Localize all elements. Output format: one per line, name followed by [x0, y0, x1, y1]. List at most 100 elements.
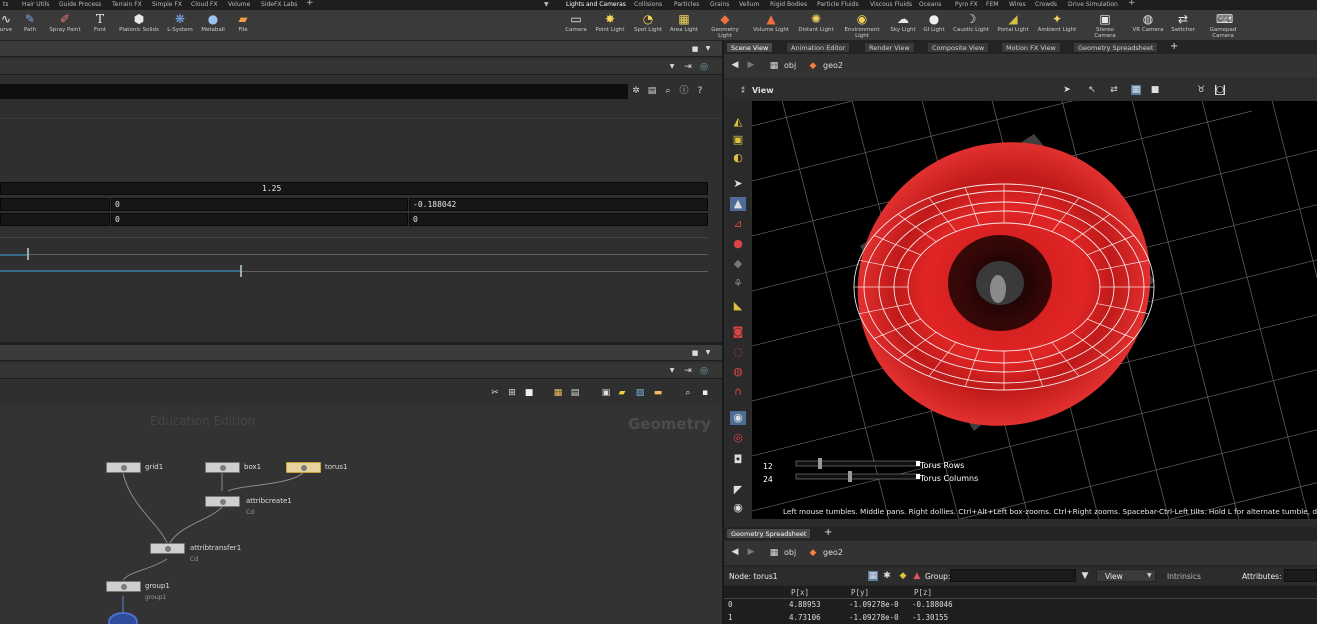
help-icon[interactable]: ▪: [700, 388, 710, 398]
back-icon[interactable]: ◀: [730, 60, 740, 70]
tool-path[interactable]: ✎ Path: [10, 12, 50, 33]
shelf-menu-icon[interactable]: ▼: [544, 1, 549, 8]
torus-columns-value[interactable]: 24: [763, 475, 773, 484]
param-field-row2-c[interactable]: 0: [409, 213, 708, 226]
image-icon[interactable]: ▧: [635, 388, 645, 398]
node-grid1[interactable]: [106, 462, 141, 473]
group-input[interactable]: [950, 569, 1076, 582]
path-node[interactable]: geo2: [823, 548, 843, 557]
lock-icon[interactable]: ▲: [730, 197, 746, 211]
pane-maximize-icon[interactable]: ■: [690, 348, 700, 358]
path-root[interactable]: obj: [784, 61, 796, 70]
tool-area-light[interactable]: ▦ Area Light: [664, 12, 704, 33]
sticky-note-icon[interactable]: ▰: [617, 388, 627, 398]
tab-animation-editor[interactable]: Animation Editor: [786, 42, 851, 53]
tool-stereo-camera[interactable]: ▣ Stereo Camera: [1085, 12, 1125, 39]
help-icon[interactable]: ?: [695, 86, 705, 96]
tool-gi-light[interactable]: ● GI Light: [914, 12, 954, 33]
node-attribcreate1[interactable]: [205, 496, 240, 507]
wireframe-icon[interactable]: ▦: [1131, 85, 1141, 95]
tab-scene-view[interactable]: Scene View: [726, 42, 774, 53]
tab-geometry-spreadsheet[interactable]: Geometry Spreadsheet: [1073, 42, 1159, 53]
tool-gamepad-camera[interactable]: ⌨ Gamepad Camera: [1203, 12, 1243, 39]
pin-icon[interactable]: ⇥: [683, 366, 693, 376]
shelf-tab[interactable]: Rigid Bodies: [770, 1, 807, 8]
tool-font[interactable]: T Font: [80, 12, 120, 33]
tool-pose-icon[interactable]: ◐: [730, 151, 746, 165]
help-book-icon[interactable]: ▤: [647, 86, 657, 96]
path-node[interactable]: geo2: [823, 61, 843, 70]
shelf-tab[interactable]: Wires: [1009, 1, 1026, 8]
torus-rows-value[interactable]: 12: [763, 462, 773, 471]
attributes-input[interactable]: [1284, 569, 1317, 582]
add-tab-icon[interactable]: +: [306, 0, 314, 8]
select-icon[interactable]: ↖: [1087, 85, 1097, 95]
node-torus1[interactable]: [286, 462, 321, 473]
bundle-icon[interactable]: ▬: [653, 388, 663, 398]
visibility-icon[interactable]: ⚘: [730, 277, 746, 291]
tool-spot-light[interactable]: ◔ Spot Light: [628, 12, 668, 33]
link-icon[interactable]: ◎: [699, 62, 709, 72]
sync-icon[interactable]: ⇄: [1109, 85, 1119, 95]
param-field-row2-b[interactable]: 0: [111, 213, 408, 226]
tab-geometry-spreadsheet[interactable]: Geometry Spreadsheet: [726, 528, 812, 539]
tool-point-light[interactable]: ✸ Point Light: [590, 12, 630, 33]
shade-icon[interactable]: ■: [1150, 85, 1160, 95]
shelf-tab[interactable]: Crowds: [1035, 1, 1057, 8]
shelf-tab[interactable]: Drive Simulation: [1068, 1, 1118, 8]
tool-switcher[interactable]: ⇄ Switcher: [1163, 12, 1203, 33]
forward-icon[interactable]: ▶: [746, 547, 756, 557]
brush-icon[interactable]: ◣: [730, 299, 746, 313]
tool-geometry-light[interactable]: ◆ Geometry Light: [705, 12, 745, 39]
tool-portal-light[interactable]: ◢ Portal Light: [993, 12, 1033, 33]
grid-icon[interactable]: ▦: [553, 388, 563, 398]
dropdown-icon[interactable]: ▼: [667, 62, 677, 72]
prim-mode-icon[interactable]: ◆: [898, 571, 908, 581]
camera-settings-icon[interactable]: ◙: [1215, 85, 1225, 95]
search-icon[interactable]: ⌕: [663, 86, 673, 96]
view-dropdown[interactable]: View ▼: [1096, 569, 1156, 582]
shelf-tab[interactable]: Simple FX: [152, 1, 182, 8]
vertex-mode-icon[interactable]: ✱: [882, 571, 892, 581]
tool-platonic-solids[interactable]: ⬢ Platonic Solids: [119, 12, 159, 33]
ring-icon[interactable]: ◍: [730, 365, 746, 379]
magnet-icon[interactable]: ◙: [730, 325, 746, 339]
intrinsics-label[interactable]: Intrinsics: [1167, 572, 1201, 581]
tool-transform-icon[interactable]: ▣: [730, 133, 746, 147]
shelf-tab[interactable]: Oceans: [919, 1, 941, 8]
shelf-tab[interactable]: FEM: [986, 1, 998, 8]
tool-ambient-light[interactable]: ✦ Ambient Light: [1037, 12, 1077, 33]
shelf-tab[interactable]: Viscous Fluids: [870, 1, 912, 8]
shelf-tab[interactable]: Particle Fluids: [817, 1, 859, 8]
param-field-row1-b[interactable]: 0: [111, 198, 408, 211]
point-icon[interactable]: ●: [730, 237, 746, 251]
square-icon[interactable]: ■: [524, 388, 534, 398]
shelf-tab[interactable]: Grains: [710, 1, 729, 8]
param-slider-knob-1[interactable]: [27, 248, 30, 260]
network-box-icon[interactable]: ▣: [601, 388, 611, 398]
list-icon[interactable]: ▤: [570, 388, 580, 398]
search-icon[interactable]: ⌕: [683, 388, 693, 398]
shelf-tab[interactable]: Vellum: [739, 1, 759, 8]
shelf-tab[interactable]: Guide Process: [59, 1, 101, 8]
shelf-tab[interactable]: Particles: [674, 1, 699, 8]
filter-icon[interactable]: ▼: [1080, 571, 1090, 581]
snapshot-icon[interactable]: ◉: [730, 501, 746, 515]
add-tab-icon[interactable]: +: [1128, 0, 1136, 8]
points-mode-icon[interactable]: ▦: [868, 571, 878, 581]
tools-icon[interactable]: ✂: [490, 388, 500, 398]
tab-render-view[interactable]: Render View: [864, 42, 915, 53]
param-field-row0[interactable]: 1.25: [0, 182, 708, 195]
shelf-tab[interactable]: SideFX Labs: [261, 1, 297, 8]
tool-handle-icon[interactable]: ◭: [730, 115, 746, 129]
tab-motion-fx-view[interactable]: Motion FX View: [1001, 42, 1061, 53]
view-menu-icon[interactable]: ⁑: [738, 86, 748, 96]
table-row[interactable]: 1 4.73106 -1.09278e-0 -1.30155: [724, 613, 1317, 624]
dropdown-icon[interactable]: ▼: [667, 366, 677, 376]
pane-menu-icon[interactable]: ▼: [703, 44, 713, 54]
pane-maximize-icon[interactable]: ■: [690, 44, 700, 54]
magnet-snap-icon[interactable]: ∩: [730, 385, 746, 399]
tool-volume-light[interactable]: ▲ Volume Light: [751, 12, 791, 33]
tool-caustic-light[interactable]: ☽ Caustic Light: [951, 12, 991, 33]
snap-icon[interactable]: ⊿: [730, 217, 746, 231]
